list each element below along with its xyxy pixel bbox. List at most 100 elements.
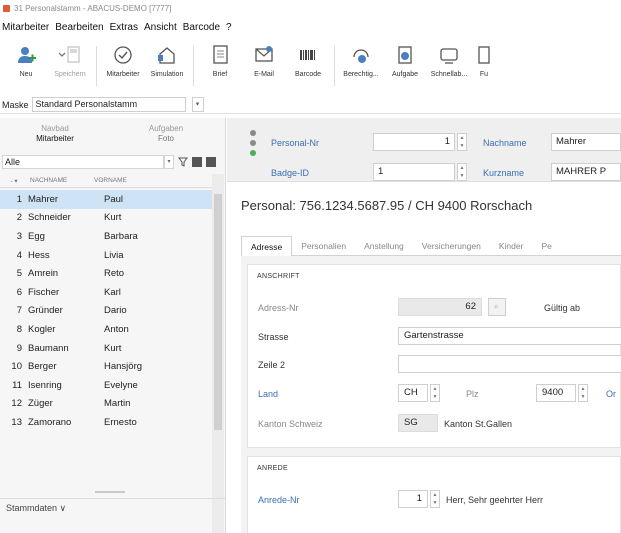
quick-button[interactable]: Schnellab... (427, 38, 471, 94)
simulation-button-label: Simulation (150, 71, 184, 78)
save-button[interactable]: Speichern (48, 38, 92, 94)
check-circle-icon (114, 46, 132, 64)
list-scrollbar[interactable] (212, 174, 224, 533)
row-vorname: Reto (104, 268, 125, 280)
filter-dropdown-button[interactable]: ▾ (164, 155, 174, 169)
tab-mitarbeiter[interactable]: Navbad Mitarbeiter (0, 118, 110, 152)
table-row[interactable]: 8 Kogler Anton (0, 320, 212, 339)
task-button-label: Aufgabe (391, 71, 419, 78)
column-sort-icon[interactable]: - ▾ (0, 177, 28, 185)
table-row[interactable]: 10 Berger Hansjörg (0, 357, 212, 376)
kanton-input[interactable]: SG (398, 414, 438, 432)
table-row[interactable]: 1 Mahrer Paul (0, 190, 212, 209)
tab-foto[interactable]: Aufgaben Foto (114, 118, 218, 152)
personal-nr-input[interactable]: 1 (373, 133, 455, 151)
task-button[interactable]: Aufgabe (383, 38, 427, 94)
more-button-label: Fu (479, 71, 489, 78)
badge-input[interactable]: 1 (373, 163, 455, 181)
table-row[interactable]: 3 Egg Barbara (0, 227, 212, 246)
row-vorname: Evelyne (104, 379, 138, 391)
new-button[interactable]: Neu (4, 38, 48, 94)
menu-bearbeiten[interactable]: Bearbeiten (55, 22, 103, 33)
menu-bar: Mitarbeiter Bearbeiten Extras Ansicht Ba… (0, 18, 621, 36)
strasse-input[interactable]: Gartenstrasse (398, 327, 621, 345)
table-row[interactable]: 11 Isenring Evelyne (0, 376, 212, 395)
row-number: 3 (16, 230, 22, 242)
row-vorname: Anton (104, 323, 129, 335)
table-row[interactable]: 5 Amrein Reto (0, 264, 212, 283)
permission-button-label: Berechtig... (343, 71, 379, 78)
menu-help[interactable]: ? (226, 22, 232, 33)
badge-stepper[interactable]: ▲ ▼ (457, 163, 467, 181)
toolbar-separator (96, 46, 97, 86)
mitarbeiter-button-label: Mitarbeiter (106, 71, 140, 78)
barcode-icon (300, 50, 315, 60)
row-number: 8 (16, 323, 22, 335)
column-vorname[interactable]: VORNAME (92, 177, 152, 184)
mask-dropdown-button[interactable]: ▾ (191, 97, 204, 112)
adress-lookup-button[interactable]: ⌕ (488, 298, 506, 316)
plz-input[interactable]: 9400 (536, 384, 576, 402)
adress-nr-input[interactable]: 62 (398, 298, 482, 316)
list-view-icon[interactable] (192, 157, 202, 167)
row-vorname: Ernesto (104, 416, 137, 428)
row-vorname: Martin (104, 398, 131, 410)
column-nachname[interactable]: NACHNAME (28, 177, 92, 184)
grid-view-icon[interactable] (206, 157, 216, 167)
barcode-button[interactable]: Barcode (286, 38, 330, 94)
tab-more[interactable]: Pe (532, 236, 560, 256)
letter-button[interactable]: Brief (198, 38, 242, 94)
scrollbar-thumb[interactable] (214, 194, 222, 430)
menu-ansicht[interactable]: Ansicht (144, 22, 177, 33)
tab-anstellung[interactable]: Anstellung (355, 236, 413, 256)
land-input[interactable]: CH (398, 384, 428, 402)
menu-barcode[interactable]: Barcode (183, 22, 220, 33)
tab-mitarbeiter-label: Mitarbeiter (36, 134, 74, 143)
personal-nr-stepper[interactable]: ▲ ▼ (457, 133, 467, 151)
land-stepper[interactable]: ▲ ▼ (430, 384, 440, 402)
row-nachname: Egg (28, 230, 45, 242)
status-dot (250, 140, 256, 146)
permission-button[interactable]: Berechtig... (339, 38, 383, 94)
menu-mitarbeiter[interactable]: Mitarbeiter (2, 22, 49, 33)
email-button[interactable]: E-Mail (242, 38, 286, 94)
employee-summary: Personal: 756.1234.5687.95 / CH 9400 Ror… (241, 198, 533, 213)
tab-kinder[interactable]: Kinder (490, 236, 533, 256)
kurzname-input[interactable]: MAHRER P (551, 163, 621, 181)
filter-select[interactable]: Alle (2, 155, 164, 169)
stammdaten-section[interactable]: Stammdaten ∨ (0, 498, 226, 518)
panel-splitter[interactable] (95, 491, 125, 493)
mask-row: Maske Standard Personalstamm ▾ (0, 96, 621, 114)
search-icon: ⌕ (494, 302, 499, 311)
tab-personalien[interactable]: Personalien (292, 236, 355, 256)
row-vorname: Karl (104, 286, 121, 298)
menu-extras[interactable]: Extras (110, 22, 138, 33)
zeile2-input[interactable] (398, 355, 621, 373)
adresse-tab-content: ANSCHRIFT Adress-Nr 62 ⌕ Gültig ab Stras… (241, 256, 621, 533)
row-nachname: Hess (28, 249, 50, 261)
table-row[interactable]: 4 Hess Livia (0, 246, 212, 265)
tab-versicherungen[interactable]: Versicherungen (413, 236, 490, 256)
nachname-input[interactable]: Mahrer (551, 133, 621, 151)
kanton-label: Kanton Schweiz (258, 419, 323, 429)
anrede-nr-stepper[interactable]: ▲ ▼ (430, 490, 440, 508)
mask-select[interactable]: Standard Personalstamm (31, 97, 186, 112)
filter-icon[interactable] (178, 157, 188, 167)
more-button[interactable]: Fu (471, 38, 497, 94)
row-number: 7 (16, 305, 22, 317)
table-row[interactable]: 9 Baumann Kurt (0, 339, 212, 358)
ort-label: Or (606, 389, 616, 399)
table-row[interactable]: 6 Fischer Karl (0, 283, 212, 302)
table-row[interactable]: 2 Schneider Kurt (0, 209, 212, 228)
status-indicator (250, 130, 258, 160)
employee-grid-header: - ▾ NACHNAME VORNAME (0, 174, 212, 188)
simulation-button[interactable]: Simulation (145, 38, 189, 94)
table-row[interactable]: 13 Zamorano Ernesto (0, 413, 212, 432)
table-row[interactable]: 7 Gründer Dario (0, 302, 212, 321)
tab-adresse[interactable]: Adresse (241, 236, 293, 256)
table-row[interactable]: 12 Züger Martin (0, 395, 212, 414)
anrede-nr-input[interactable]: 1 (398, 490, 428, 508)
mitarbeiter-button[interactable]: Mitarbeiter (101, 38, 145, 94)
tab-foto-sub: Aufgaben (148, 124, 184, 133)
plz-stepper[interactable]: ▲ ▼ (578, 384, 588, 402)
